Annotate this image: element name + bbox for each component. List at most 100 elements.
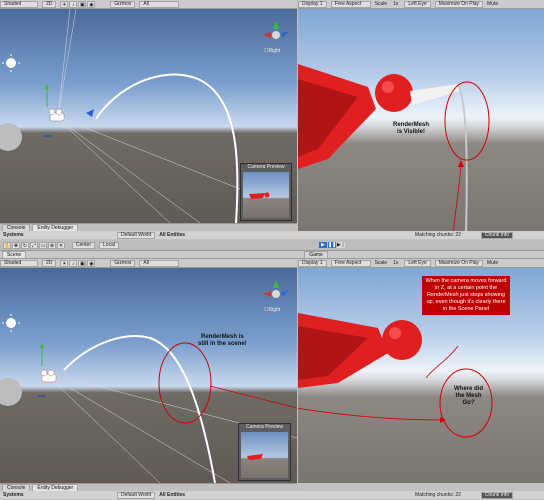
camera-preview-title: Camera Preview xyxy=(246,424,283,430)
pivot-local-toggle[interactable]: Local xyxy=(99,241,119,249)
systems-label: Systems xyxy=(3,492,24,498)
camera-icon xyxy=(40,369,57,383)
render-mesh-curve xyxy=(95,73,239,223)
matching-chunks-label: Matching chunks: 22 xyxy=(415,232,461,238)
play-controls: ▶ ❚❚ ▶❘ xyxy=(318,242,346,248)
hidden-objects-icon[interactable]: ◉ xyxy=(87,0,96,8)
perspective-label[interactable]: ☐Right xyxy=(264,48,280,55)
custom-tool-icon[interactable]: ✕ xyxy=(57,241,65,249)
reflection-sphere xyxy=(0,123,22,151)
annotation-arrow xyxy=(209,385,297,409)
tab-game[interactable]: Game xyxy=(304,251,328,258)
annotation-still-in-scene: RenderMesh is still in the scene! xyxy=(198,334,247,347)
all-entities-label: All Entities xyxy=(159,232,186,238)
scale-label: Scale xyxy=(374,260,388,266)
transform-tool-icon[interactable]: ⊕ xyxy=(48,241,56,249)
display-dropdown[interactable]: Display 1 xyxy=(298,0,327,8)
world-dropdown[interactable]: Default World xyxy=(117,491,156,499)
tab-console[interactable]: Console xyxy=(2,484,31,491)
aspect-dropdown[interactable]: Free Aspect xyxy=(330,259,371,267)
game-view-bottom[interactable]: When the camera moves forward in Z, at a… xyxy=(298,268,544,483)
move-tool-icon[interactable]: ✥ xyxy=(12,241,20,249)
directional-light-icon xyxy=(2,54,20,72)
camera-preview-view xyxy=(243,172,289,218)
scene-toolbar-top: Shaded 2D ☀ ♪ ▣ ◉ Gizmos All xyxy=(0,0,297,9)
console-tabs-bottom: Console Entity Debugger xyxy=(0,483,297,491)
display-dropdown[interactable]: Display 1 xyxy=(298,259,327,267)
effects-icon[interactable]: ▣ xyxy=(78,259,87,267)
systems-bar-top: Systems Default World All Entities Match… xyxy=(0,231,544,239)
left-eye-dropdown[interactable]: Left Eye xyxy=(404,0,431,8)
systems-label: Systems xyxy=(3,232,24,238)
highlight-ellipse-scene xyxy=(158,342,212,424)
camera-preview-view xyxy=(241,432,288,478)
rect-tool-icon[interactable]: ▭ xyxy=(39,241,47,249)
annotation-explanation: When the camera moves forward in Z, at a… xyxy=(422,276,510,315)
shading-dropdown[interactable]: Shaded xyxy=(0,259,38,267)
mode-2d-toggle[interactable]: 2D xyxy=(42,0,57,8)
orientation-gizmo-icon xyxy=(263,280,289,298)
tab-entity-debugger[interactable]: Entity Debugger xyxy=(32,224,79,231)
rotate-tool-icon[interactable]: ↻ xyxy=(21,241,29,249)
scene-view-bottom[interactable]: ☐Right RenderMesh is still in the scene!… xyxy=(0,268,297,483)
maximize-on-play-toggle[interactable]: Maximize On Play xyxy=(434,0,484,8)
console-tabs-top: Console Entity Debugger xyxy=(0,223,297,231)
mute-toggle[interactable]: Mute xyxy=(487,1,498,7)
pivot-center-toggle[interactable]: Center xyxy=(72,241,96,249)
main-toolbar: ✋ ✥ ↻ ⤢ ▭ ⊕ ✕ Center Local ▶ ❚❚ ▶❘ xyxy=(0,240,544,251)
audio-icon[interactable]: ♪ xyxy=(69,259,78,267)
maximize-on-play-toggle[interactable]: Maximize On Play xyxy=(434,259,484,267)
tab-scene[interactable]: Scene xyxy=(2,251,27,258)
perspective-label[interactable]: ☐Right xyxy=(264,307,280,314)
scale-value[interactable]: 1x xyxy=(393,260,398,266)
hidden-objects-icon[interactable]: ◉ xyxy=(87,259,96,267)
annotation-visible: RenderMesh is Visible! xyxy=(393,122,430,135)
red-sphere xyxy=(382,320,422,360)
scale-value[interactable]: 1x xyxy=(393,1,398,7)
orientation-gizmo-icon xyxy=(263,21,289,39)
gizmos-dropdown[interactable]: Gizmos xyxy=(110,0,136,8)
z-axis-handle[interactable] xyxy=(86,109,94,117)
world-dropdown[interactable]: Default World xyxy=(117,231,156,239)
game-toolbar-bottom: Display 1 Free Aspect Scale 1x Left Eye … xyxy=(298,259,544,268)
step-button[interactable]: ▶❘ xyxy=(336,242,345,248)
all-entities-label: All Entities xyxy=(159,492,186,498)
chunk-info-button[interactable]: Chunk Info xyxy=(480,231,514,239)
aspect-dropdown[interactable]: Free Aspect xyxy=(330,0,371,8)
hand-tool-icon[interactable]: ✋ xyxy=(3,241,11,249)
scale-tool-icon[interactable]: ⤢ xyxy=(30,241,38,249)
chunk-info-button[interactable]: Chunk Info xyxy=(480,491,514,499)
render-mesh-curve xyxy=(63,335,216,483)
tab-entity-debugger[interactable]: Entity Debugger xyxy=(32,484,79,491)
audio-icon[interactable]: ♪ xyxy=(69,0,78,8)
camera-preview-bottom: Camera Preview xyxy=(238,423,291,481)
effects-icon[interactable]: ▣ xyxy=(78,0,87,8)
game-toolbar-top: Display 1 Free Aspect Scale 1x Left Eye … xyxy=(298,0,544,9)
camera-preview-top: Camera Preview xyxy=(240,163,292,221)
matching-chunks-label: Matching chunks: 22 xyxy=(415,492,461,498)
scene-toolbar-bottom: Shaded 2D ☀ ♪ ▣ ◉ Gizmos All xyxy=(0,259,297,268)
pause-button[interactable]: ❚❚ xyxy=(327,242,336,248)
search-field[interactable]: All xyxy=(139,0,180,8)
view-tabs-bottom: Scene Game xyxy=(0,251,544,259)
lighting-icon[interactable]: ☀ xyxy=(60,0,69,8)
annotation-where-mesh: Where did the Mesh Go? xyxy=(454,386,484,406)
mode-2d-toggle[interactable]: 2D xyxy=(42,259,57,267)
white-mesh-segment xyxy=(410,84,461,105)
camera-frustum xyxy=(57,9,241,223)
lighting-icon[interactable]: ☀ xyxy=(60,259,69,267)
shading-dropdown[interactable]: Shaded xyxy=(0,0,38,8)
gizmos-dropdown[interactable]: Gizmos xyxy=(110,259,136,267)
left-eye-dropdown[interactable]: Left Eye xyxy=(404,259,431,267)
game-view-top[interactable]: RenderMesh is Visible! xyxy=(298,9,544,234)
search-field[interactable]: All xyxy=(139,259,180,267)
scene-view-top[interactable]: ☐Right Camera Preview xyxy=(0,9,297,223)
tab-console[interactable]: Console xyxy=(2,224,31,231)
camera-preview-title: Camera Preview xyxy=(247,164,285,170)
camera-icon xyxy=(48,108,65,122)
play-button[interactable]: ▶ xyxy=(318,242,327,248)
scale-label: Scale xyxy=(374,1,388,7)
reflection-sphere xyxy=(0,378,22,406)
systems-bar-bottom: Systems Default World All Entities Match… xyxy=(0,491,544,499)
mute-toggle[interactable]: Mute xyxy=(487,260,498,266)
